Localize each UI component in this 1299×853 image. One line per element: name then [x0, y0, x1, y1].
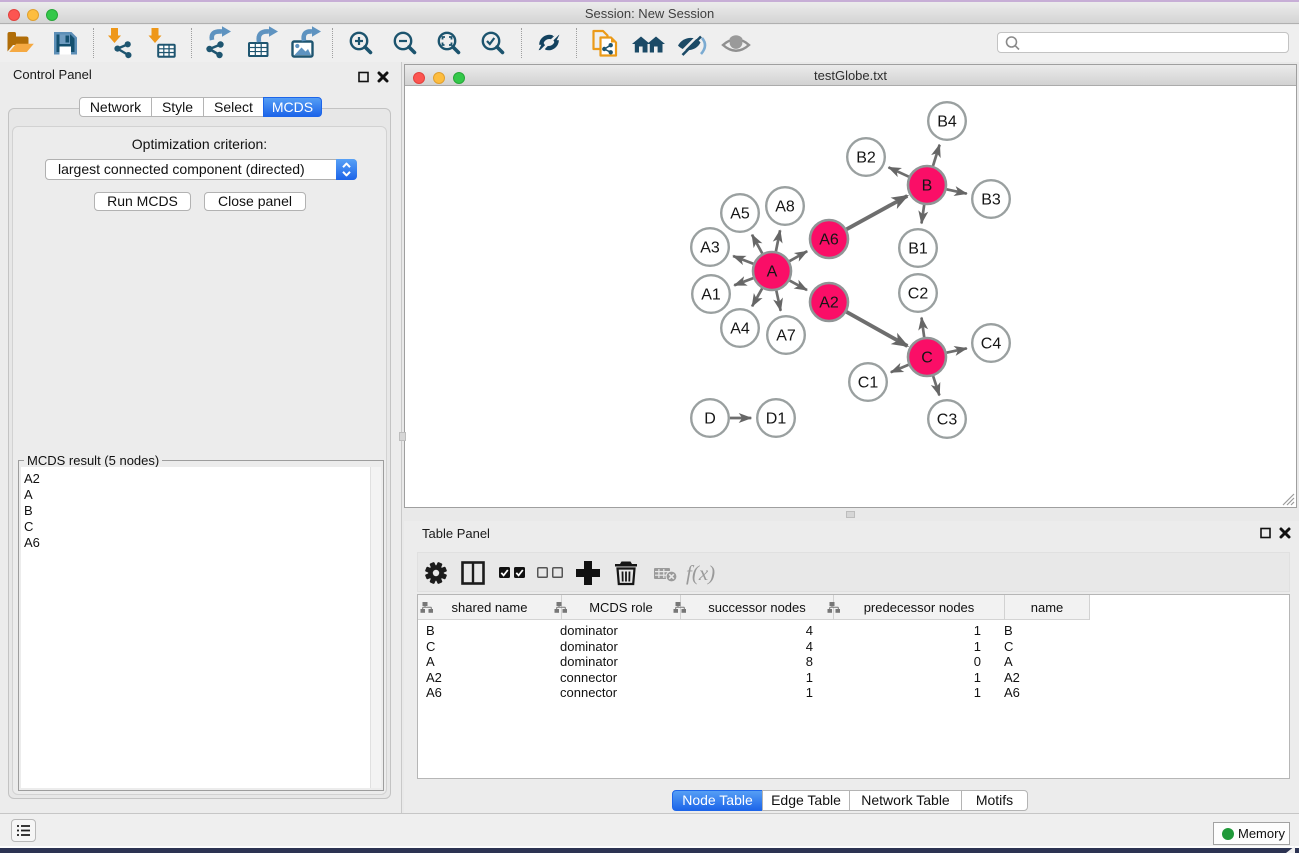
svg-text:B1: B1: [908, 241, 928, 258]
svg-text:A1: A1: [701, 287, 721, 304]
svg-text:B: B: [922, 178, 933, 195]
svg-text:A7: A7: [776, 328, 796, 345]
svg-text:C3: C3: [937, 412, 958, 429]
svg-text:B2: B2: [856, 150, 876, 167]
svg-text:A8: A8: [775, 199, 795, 216]
svg-text:C2: C2: [908, 286, 929, 303]
svg-text:B4: B4: [937, 114, 957, 131]
svg-text:A4: A4: [730, 321, 750, 338]
svg-text:D: D: [704, 411, 716, 428]
svg-text:A5: A5: [730, 206, 750, 223]
svg-text:C1: C1: [858, 375, 879, 392]
svg-text:B3: B3: [981, 192, 1001, 209]
svg-text:A3: A3: [700, 240, 720, 257]
svg-text:A: A: [767, 264, 778, 281]
svg-text:A6: A6: [819, 232, 839, 249]
svg-text:C: C: [921, 350, 933, 367]
svg-text:C4: C4: [981, 336, 1002, 353]
svg-text:D1: D1: [766, 411, 787, 428]
svg-text:A2: A2: [819, 295, 839, 312]
svg-text:f(x): f(x): [686, 561, 715, 585]
